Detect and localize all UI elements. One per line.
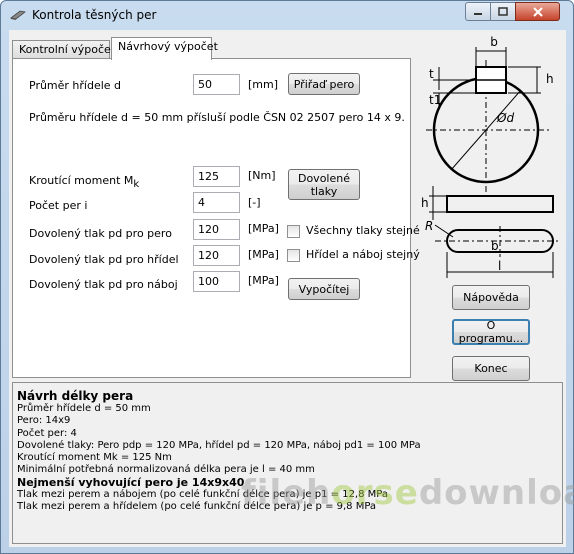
result-bold-line: Nejmenší vyhovující pero je 14x9x40 xyxy=(17,475,245,489)
label-t1: t1 xyxy=(429,93,441,107)
label-b-top: b xyxy=(491,239,499,253)
pressure-hub-input[interactable]: 100 xyxy=(193,271,240,292)
result-line: Dovolené tlaky: Pero pdp = 120 MPa, hříd… xyxy=(17,439,421,451)
result-line: Počet per: 4 xyxy=(17,427,77,439)
result-line: Minimální potřebná normalizovaná délka p… xyxy=(17,464,315,476)
minimize-icon xyxy=(474,12,482,15)
result-line: Kroutící moment Mk = 125 Nm xyxy=(17,452,172,464)
key-diagram: b h t t1 Ød h R b l xyxy=(421,35,561,278)
tab-navrhovy[interactable]: Návrhový výpočet xyxy=(111,37,218,60)
label-t: t xyxy=(429,67,434,81)
help-button[interactable]: Nápověda xyxy=(452,285,530,310)
maximize-button[interactable] xyxy=(490,2,516,21)
torque-unit: [Nm] xyxy=(248,169,276,182)
minimize-button[interactable] xyxy=(465,2,491,21)
tab-kontrolni[interactable]: Kontrolní výpočet xyxy=(12,40,115,59)
key-side-view xyxy=(446,195,554,213)
label-h-side: h xyxy=(421,196,429,210)
torque-subscript: k xyxy=(133,179,140,191)
result-line: Průměr hřídele d = 50 mm xyxy=(17,403,151,414)
all-same-checkbox[interactable] xyxy=(287,225,300,238)
label-R: R xyxy=(425,219,433,233)
client-area: Kontrolní výpočet Návrhový výpočet Průmě… xyxy=(9,30,566,547)
pressure-shaft-label: Dovolený tlak pd pro hřídel xyxy=(29,253,179,266)
pressure-key-unit: [MPa] xyxy=(248,222,279,235)
shaft-diameter-input[interactable]: 50 xyxy=(193,74,240,95)
result-panel: Návrh délky pera Průměr hřídele d = 50 m… xyxy=(12,382,563,544)
torque-input[interactable]: 125 xyxy=(193,166,240,187)
all-same-label: Všechny tlaky stejné xyxy=(306,224,420,237)
title-bar[interactable]: Kontrola těsných per xyxy=(1,1,573,29)
key-count-label: Počet per i xyxy=(29,199,88,212)
window-title: Kontrola těsných per xyxy=(32,8,157,22)
norm-text: Průměru hřídele d = 50 mm přísluší podle… xyxy=(29,111,405,124)
maximize-icon xyxy=(498,7,508,16)
torque-label: Kroutící moment Mk xyxy=(29,174,140,191)
shaft-hub-same-label: Hřídel a náboj stejný xyxy=(306,248,420,261)
compute-button[interactable]: Vypočítej xyxy=(288,278,360,300)
result-line: Tlak mezi perem a hřídelem (po celé funk… xyxy=(17,501,377,513)
tab-page-navrhovy: Průměr hřídele d 50 [mm] Přiřaď pero Prů… xyxy=(12,58,420,378)
pressure-hub-unit: [MPa] xyxy=(248,274,279,287)
app-icon xyxy=(10,10,26,20)
key-count-input[interactable]: 4 xyxy=(193,192,240,213)
assign-key-button[interactable]: Přiřaď pero xyxy=(288,73,360,95)
pressure-shaft-unit: [MPa] xyxy=(248,248,279,261)
pressure-key-input[interactable]: 120 xyxy=(193,219,240,240)
result-line: Pero: 14x9 xyxy=(17,415,71,427)
result-heading: Návrh délky pera xyxy=(17,389,134,403)
label-l: l xyxy=(498,259,501,273)
result-line: Tlak mezi perem a nábojem (po celé funkč… xyxy=(17,489,388,501)
label-diameter: Ød xyxy=(496,111,514,125)
pressure-shaft-input[interactable]: 120 xyxy=(193,245,240,266)
pressure-hub-label: Dovolený tlak pd pro náboj xyxy=(29,278,178,291)
end-button[interactable]: Konec xyxy=(452,356,530,381)
shaft-diameter-unit: [mm] xyxy=(248,78,279,91)
allowed-pressures-button[interactable]: Dovolené tlaky xyxy=(288,169,360,200)
pressure-key-label: Dovolený tlak pd pro pero xyxy=(29,227,172,240)
key-count-unit: [-] xyxy=(248,196,261,209)
label-b: b xyxy=(490,35,498,49)
about-button[interactable]: O programu... xyxy=(452,319,530,345)
allowed-pressures-line2: tlaky xyxy=(310,184,338,198)
close-icon xyxy=(532,6,543,17)
app-window: Kontrola těsných per Kontrolní výpočet N… xyxy=(0,0,574,554)
shaft-diameter-label: Průměr hřídele d xyxy=(29,79,122,92)
shaft-hub-same-checkbox[interactable] xyxy=(287,249,300,262)
label-h: h xyxy=(546,72,554,86)
close-button[interactable] xyxy=(515,2,560,21)
allowed-pressures-line1: Dovolené xyxy=(297,171,350,185)
